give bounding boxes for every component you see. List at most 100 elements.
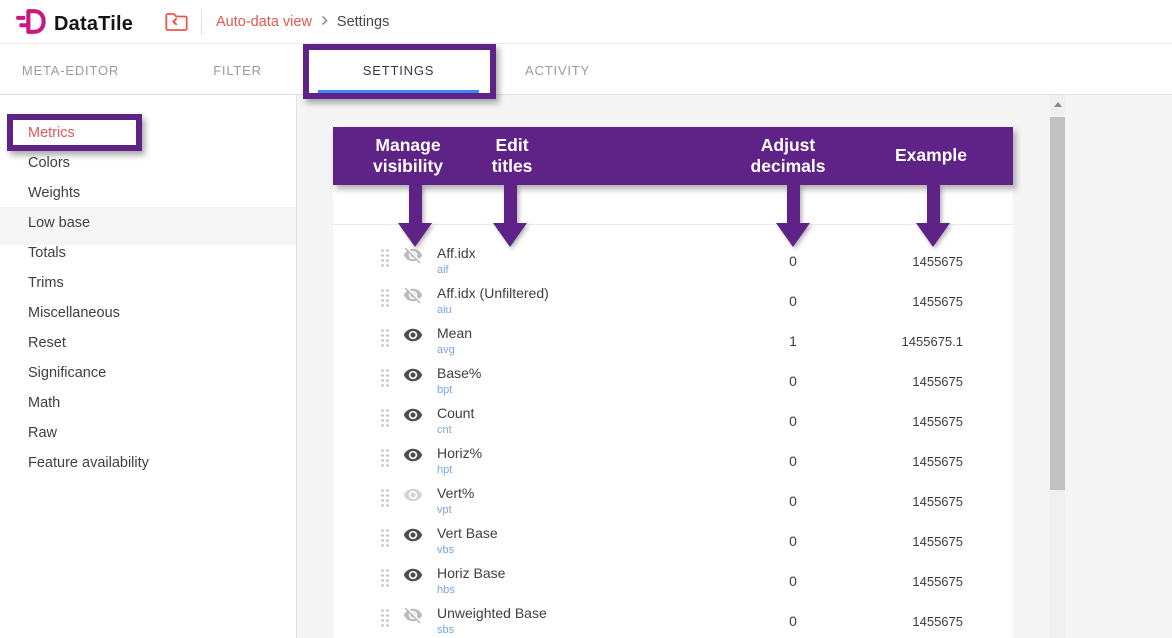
annotation-label-edit-titles: Edit titles: [477, 135, 547, 177]
example-value: 1455675.1: [853, 334, 963, 349]
metric-title[interactable]: Horiz%: [437, 445, 482, 461]
visibility-toggle-icon[interactable]: [403, 525, 423, 545]
decimals-value[interactable]: 0: [733, 533, 853, 549]
metric-code: vbs: [437, 544, 498, 556]
tab-meta-editor[interactable]: META-EDITOR: [8, 44, 133, 95]
sidebar-item-significance[interactable]: Significance: [0, 358, 296, 388]
visibility-toggle-icon[interactable]: [403, 285, 423, 305]
drag-handle-icon[interactable]: [380, 608, 389, 627]
annotation-arrow-manage-visibility: [398, 185, 432, 247]
sidebar-item-trims[interactable]: Trims: [0, 268, 296, 298]
scroll-up-arrow-icon: [1054, 102, 1062, 107]
table-header-divider: [333, 224, 1013, 225]
sidebar-item-totals[interactable]: Totals: [0, 238, 296, 268]
header-divider: [201, 9, 202, 35]
example-value: 1455675: [853, 294, 963, 309]
decimals-value[interactable]: 0: [733, 613, 853, 629]
visibility-toggle-icon[interactable]: [403, 325, 423, 345]
chevron-right-icon: [317, 13, 332, 32]
metric-row: Base% bpt 0 1455675: [333, 357, 1013, 397]
metric-code: bpt: [437, 384, 481, 396]
metric-title[interactable]: Unweighted Base: [437, 605, 547, 621]
annotation-label-manage-visibility: Manage visibility: [343, 135, 473, 177]
drag-handle-icon[interactable]: [380, 368, 389, 387]
decimals-value[interactable]: 0: [733, 573, 853, 589]
sidebar-item-weights[interactable]: Weights: [0, 178, 296, 208]
visibility-toggle-icon[interactable]: [403, 405, 423, 425]
metric-title[interactable]: Mean: [437, 325, 472, 341]
back-to-folder-icon[interactable]: [164, 10, 190, 34]
sidebar-item-feature-availability[interactable]: Feature availability: [0, 448, 296, 478]
visibility-toggle-icon[interactable]: [403, 565, 423, 585]
scroll-up-button[interactable]: [1050, 95, 1065, 113]
metric-row: Aff.idx aif 0 1455675: [333, 237, 1013, 277]
metric-title[interactable]: Count: [437, 405, 474, 421]
breadcrumb: Auto-data view Settings: [216, 0, 389, 44]
sidebar-item-miscellaneous[interactable]: Miscellaneous: [0, 298, 296, 328]
drag-handle-icon[interactable]: [380, 328, 389, 347]
sidebar-item-math[interactable]: Math: [0, 388, 296, 418]
decimals-value[interactable]: 0: [733, 413, 853, 429]
decimals-value[interactable]: 1: [733, 333, 853, 349]
annotation-label-adjust-decimals: Adjust decimals: [733, 135, 843, 177]
metric-title[interactable]: Aff.idx: [437, 245, 476, 261]
decimals-value[interactable]: 0: [733, 493, 853, 509]
example-value: 1455675: [853, 254, 963, 269]
drag-handle-icon[interactable]: [380, 528, 389, 547]
annotation-banner: Manage visibility Edit titles Adjust dec…: [333, 127, 1013, 185]
annotation-arrow-edit-titles: [493, 185, 527, 247]
metric-title[interactable]: Vert%: [437, 485, 474, 501]
visibility-toggle-icon[interactable]: [403, 445, 423, 465]
drag-handle-icon[interactable]: [380, 448, 389, 467]
sidebar-item-reset[interactable]: Reset: [0, 328, 296, 358]
metric-code: hpt: [437, 464, 482, 476]
metric-title[interactable]: Aff.idx (Unfiltered): [437, 285, 549, 301]
drag-handle-icon[interactable]: [380, 248, 389, 267]
scrollbar-thumb[interactable]: [1050, 117, 1065, 490]
example-value: 1455675: [853, 454, 963, 469]
metric-row: Horiz% hpt 0 1455675: [333, 437, 1013, 477]
tab-activity[interactable]: ACTIVITY: [495, 44, 620, 95]
annotation-arrow-example: [916, 185, 950, 247]
drag-handle-icon[interactable]: [380, 408, 389, 427]
annotation-label-example: Example: [871, 145, 991, 166]
metric-row: Aff.idx (Unfiltered) aiu 0 1455675: [333, 277, 1013, 317]
sidebar-item-colors[interactable]: Colors: [0, 148, 296, 178]
visibility-toggle-icon[interactable]: [403, 245, 423, 265]
drag-handle-icon[interactable]: [380, 288, 389, 307]
metric-code: cnt: [437, 424, 474, 436]
logo[interactable]: DataTile: [16, 8, 133, 40]
sidebar-item-metrics[interactable]: Metrics: [0, 118, 296, 148]
metric-code: hbs: [437, 584, 505, 596]
drag-handle-icon[interactable]: [380, 488, 389, 507]
tab-bar: META-EDITOR FILTER SETTINGS ACTIVITY: [0, 44, 1172, 95]
annotation-arrow-adjust-decimals: [776, 185, 810, 247]
metric-title[interactable]: Vert Base: [437, 525, 498, 541]
visibility-toggle-icon[interactable]: [403, 485, 423, 505]
metric-code: vpt: [437, 504, 474, 516]
metric-title[interactable]: Base%: [437, 365, 481, 381]
visibility-toggle-icon[interactable]: [403, 365, 423, 385]
example-value: 1455675: [853, 494, 963, 509]
metrics-table-body: Aff.idx aif 0 1455675 Aff.idx (Unfiltere…: [333, 237, 1013, 637]
metric-code: aiu: [437, 304, 549, 316]
decimals-value[interactable]: 0: [733, 373, 853, 389]
vertical-scrollbar[interactable]: [1050, 95, 1065, 638]
decimals-value[interactable]: 0: [733, 453, 853, 469]
decimals-value[interactable]: 0: [733, 253, 853, 269]
visibility-toggle-icon[interactable]: [403, 605, 423, 625]
sidebar-item-low-base[interactable]: Low base: [0, 208, 296, 238]
logo-text: DataTile: [54, 13, 133, 36]
drag-handle-icon[interactable]: [380, 568, 389, 587]
decimals-value[interactable]: 0: [733, 293, 853, 309]
example-value: 1455675: [853, 574, 963, 589]
top-bar: DataTile Auto-data view Settings: [0, 0, 1172, 44]
breadcrumb-parent-link[interactable]: Auto-data view: [216, 14, 312, 30]
tab-filter[interactable]: FILTER: [175, 44, 300, 95]
sidebar-list: MetricsColorsWeightsLow baseTotalsTrimsM…: [0, 118, 296, 478]
tab-settings[interactable]: SETTINGS: [336, 44, 461, 95]
metric-row: Horiz Base hbs 0 1455675: [333, 557, 1013, 597]
sidebar-item-raw[interactable]: Raw: [0, 418, 296, 448]
metric-code: sbs: [437, 624, 547, 636]
metric-title[interactable]: Horiz Base: [437, 565, 505, 581]
